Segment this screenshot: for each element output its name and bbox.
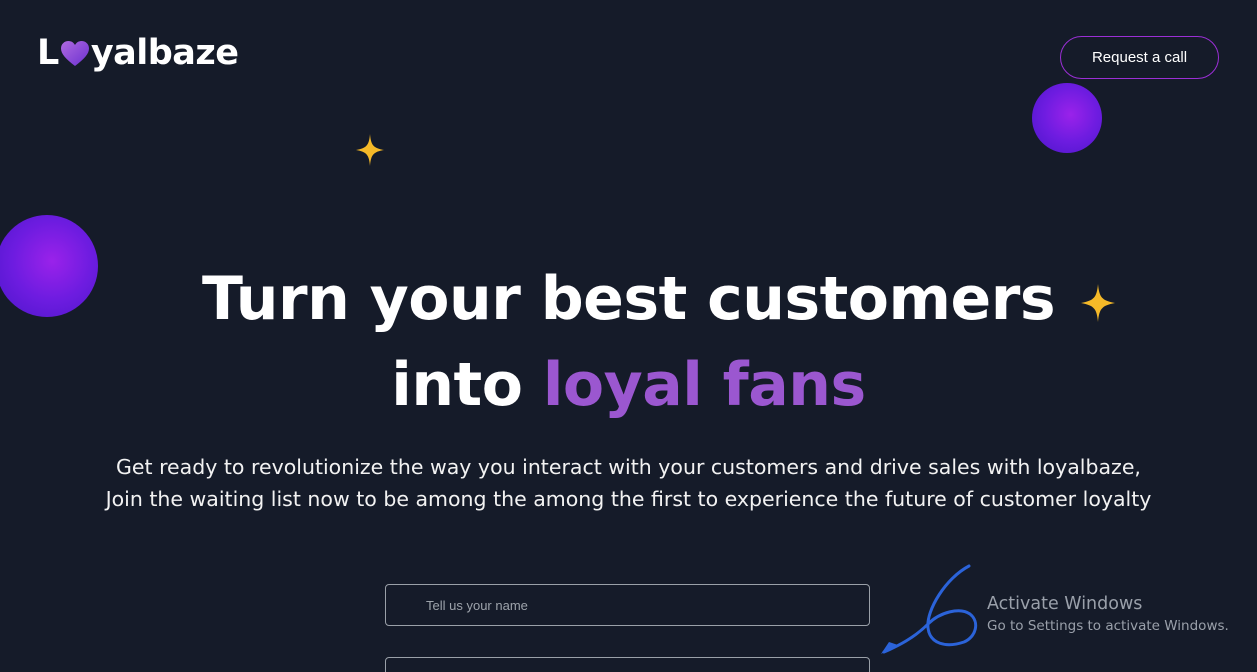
- heart-icon: [60, 41, 89, 66]
- curly-arrow-icon: [881, 564, 978, 654]
- headline-accent: loyal fans: [542, 350, 866, 420]
- os-activation-watermark: Activate Windows Go to Settings to activ…: [987, 592, 1229, 636]
- watermark-title: Activate Windows: [987, 594, 1143, 614]
- name-input[interactable]: [385, 584, 870, 626]
- email-input[interactable]: [385, 657, 870, 672]
- logo-text-prefix: L: [37, 33, 59, 73]
- headline-line-2-prefix: into: [391, 350, 523, 420]
- headline-line-1: Turn your best customers: [201, 264, 1056, 334]
- brand-logo[interactable]: L yalbaze: [37, 30, 239, 76]
- sparkle-icon: [356, 134, 384, 166]
- hero-headline: Turn your best customers into loyal fans: [0, 256, 1257, 428]
- request-call-button[interactable]: Request a call: [1060, 36, 1219, 79]
- watermark-subtitle: Go to Settings to activate Windows.: [987, 618, 1229, 634]
- hero-description: Get ready to revolutionize the way you i…: [105, 455, 1152, 511]
- landing-page: L yalbaze Request a call Turn your best …: [0, 0, 1257, 672]
- logo-text-suffix: yalbaze: [90, 33, 239, 73]
- decorative-orb-top: [1032, 83, 1102, 153]
